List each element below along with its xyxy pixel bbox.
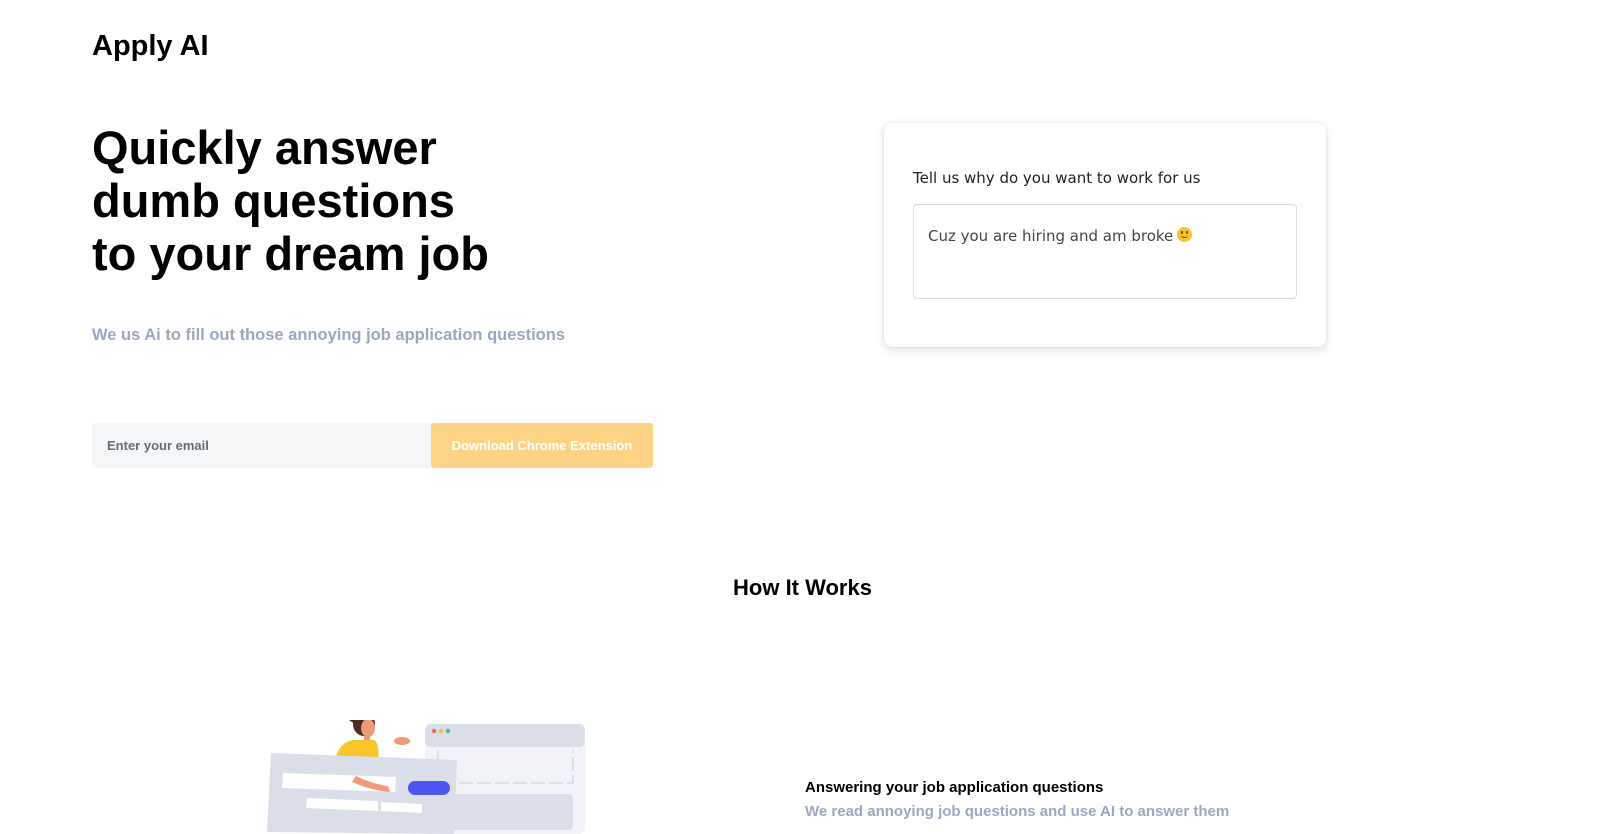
demo-answer-field[interactable]: Cuz you are hiring and am broke: [913, 204, 1297, 299]
logo[interactable]: Apply AI: [92, 30, 209, 62]
smiling-face-emoji-icon: [1177, 227, 1193, 242]
hero-title-line: dumb questions: [92, 174, 455, 227]
hero-subtitle: We us Ai to fill out those annoying job …: [92, 326, 566, 344]
how-it-works-title: How It Works: [733, 575, 872, 600]
demo-card: Tell us why do you want to work for us C…: [884, 123, 1326, 347]
email-input[interactable]: [92, 423, 431, 468]
person-filling-form-illustration: [267, 720, 585, 834]
signup-form: Download Chrome Extension: [92, 423, 653, 468]
hero-title: Quickly answer dumb questions to your dr…: [92, 121, 692, 280]
demo-answer-text: Cuz you are hiring and am broke: [928, 227, 1174, 245]
hero-title-line: to your dream job: [92, 227, 489, 280]
feature-description: We read annoying job questions and use A…: [805, 803, 1230, 820]
landing-page: Apply AI Quickly answer dumb questions t…: [0, 0, 1600, 834]
demo-question: Tell us why do you want to work for us: [913, 169, 1201, 187]
hero-title-line: Quickly answer: [92, 121, 437, 174]
download-extension-button[interactable]: Download Chrome Extension: [431, 423, 653, 468]
feature-title: Answering your job application questions: [805, 779, 1104, 796]
form-card-graphic: [267, 753, 457, 834]
